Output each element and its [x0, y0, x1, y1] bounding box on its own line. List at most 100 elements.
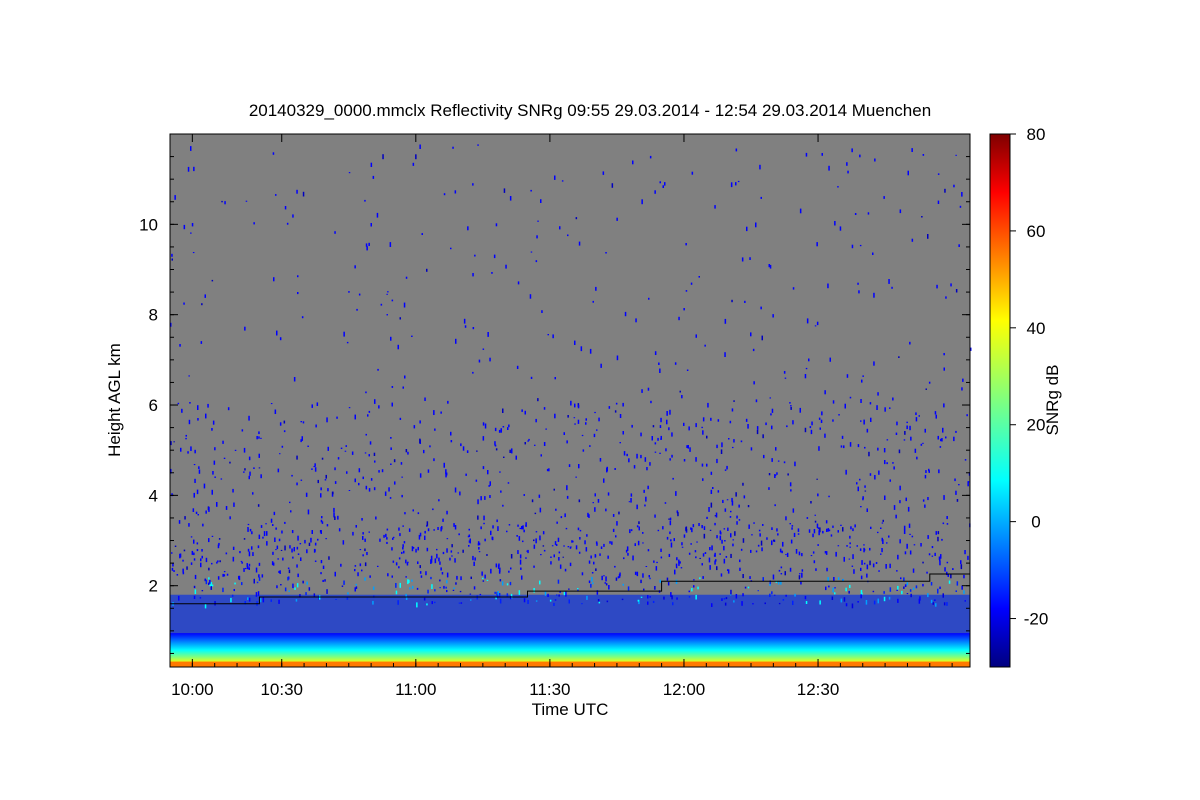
- speckle-mark: [961, 192, 963, 197]
- speckle-mark: [460, 576, 462, 581]
- speckle-mark: [173, 441, 175, 443]
- speckle-mark: [196, 549, 199, 552]
- speckle-mark: [382, 154, 384, 160]
- speckle-mark: [564, 568, 567, 572]
- speckle-mark: [334, 481, 337, 484]
- speckle-mark: [442, 518, 444, 522]
- speckle-mark: [185, 437, 187, 440]
- speckle-mark: [438, 557, 440, 562]
- speckle-mark: [736, 521, 738, 525]
- speckle-mark: [287, 567, 290, 570]
- speckle-mark: [903, 525, 906, 531]
- speckle-mark: [834, 221, 836, 226]
- speckle-mark: [193, 552, 195, 556]
- speckle-mark: [638, 521, 640, 525]
- speckle-mark: [326, 524, 329, 527]
- speckle-mark: [675, 491, 677, 496]
- speckle-mark: [869, 402, 872, 405]
- speckle-mark: [540, 199, 542, 203]
- speckle-mark: [928, 470, 930, 473]
- speckle-mark: [541, 310, 543, 313]
- speckle-mark: [771, 527, 773, 530]
- speckle-mark: [913, 544, 916, 546]
- speckle-mark: [721, 598, 723, 601]
- speckle-mark: [606, 600, 609, 603]
- speckle-mark: [243, 447, 246, 453]
- speckle-mark: [659, 425, 662, 428]
- speckle-mark: [176, 574, 179, 576]
- speckle-mark: [197, 418, 199, 421]
- speckle-mark: [246, 563, 248, 568]
- speckle-mark: [502, 408, 504, 413]
- speckle-mark: [704, 552, 707, 554]
- speckle-mark: [302, 191, 305, 197]
- speckle-mark: [645, 566, 648, 567]
- speckle-mark: [238, 575, 241, 581]
- speckle-mark: [849, 535, 851, 539]
- colorbar-label: SNRg dB: [1043, 365, 1062, 436]
- speckle-mark: [484, 496, 486, 500]
- speckle-mark: [197, 405, 199, 410]
- speckle-mark: [651, 436, 653, 441]
- speckle-mark: [790, 405, 792, 407]
- speckle-mark: [644, 457, 647, 462]
- speckle-mark: [789, 567, 792, 572]
- speckle-mark: [600, 363, 602, 368]
- speckle-mark: [407, 579, 409, 585]
- speckle-mark: [884, 460, 886, 465]
- speckle-mark: [574, 423, 576, 425]
- speckle-mark: [397, 600, 399, 605]
- speckle-mark: [270, 599, 272, 602]
- speckle-mark: [940, 554, 942, 559]
- speckle-mark: [192, 252, 195, 254]
- speckle-mark: [648, 297, 650, 300]
- speckle-mark: [710, 471, 713, 475]
- speckle-mark: [946, 516, 948, 520]
- speckle-mark: [369, 441, 372, 445]
- speckle-mark: [341, 585, 344, 587]
- speckle-mark: [266, 531, 268, 536]
- speckle-mark: [423, 449, 425, 454]
- speckle-mark: [911, 535, 914, 538]
- speckle-mark: [866, 428, 869, 433]
- speckle-mark: [626, 453, 628, 457]
- speckle-mark: [521, 526, 523, 530]
- speckle-mark: [634, 543, 636, 546]
- speckle-mark: [389, 497, 392, 499]
- speckle-mark: [904, 584, 907, 587]
- speckle-mark: [799, 208, 802, 214]
- speckle-mark: [248, 475, 250, 480]
- speckle-mark: [889, 563, 891, 569]
- speckle-mark: [659, 368, 661, 373]
- speckle-mark: [540, 454, 542, 457]
- speckle-mark: [186, 566, 188, 570]
- speckle-mark: [539, 580, 541, 585]
- speckle-mark: [662, 185, 664, 188]
- speckle-mark: [597, 599, 600, 602]
- speckle-mark: [878, 570, 880, 572]
- speckle-mark: [543, 442, 546, 446]
- speckle-mark: [198, 466, 200, 469]
- speckle-mark: [566, 495, 569, 499]
- speckle-mark: [522, 540, 524, 543]
- speckle-mark: [832, 400, 835, 404]
- speckle-mark: [171, 258, 173, 261]
- speckle-mark: [483, 522, 485, 525]
- speckle-mark: [848, 558, 851, 560]
- speckle-mark: [668, 553, 671, 557]
- speckle-mark: [420, 575, 423, 578]
- speckle-mark: [343, 580, 345, 585]
- speckle-mark: [362, 532, 364, 535]
- speckle-mark: [784, 377, 787, 379]
- speckle-mark: [685, 290, 688, 292]
- speckle-mark: [768, 264, 770, 268]
- speckle-mark: [701, 525, 703, 529]
- speckle-mark: [895, 432, 898, 435]
- speckle-mark: [660, 417, 662, 423]
- speckle-mark: [399, 417, 402, 420]
- speckle-mark: [724, 508, 727, 512]
- speckle-mark: [804, 595, 807, 600]
- speckle-mark: [468, 534, 471, 537]
- speckle-mark: [424, 530, 426, 534]
- speckle-mark: [942, 427, 944, 433]
